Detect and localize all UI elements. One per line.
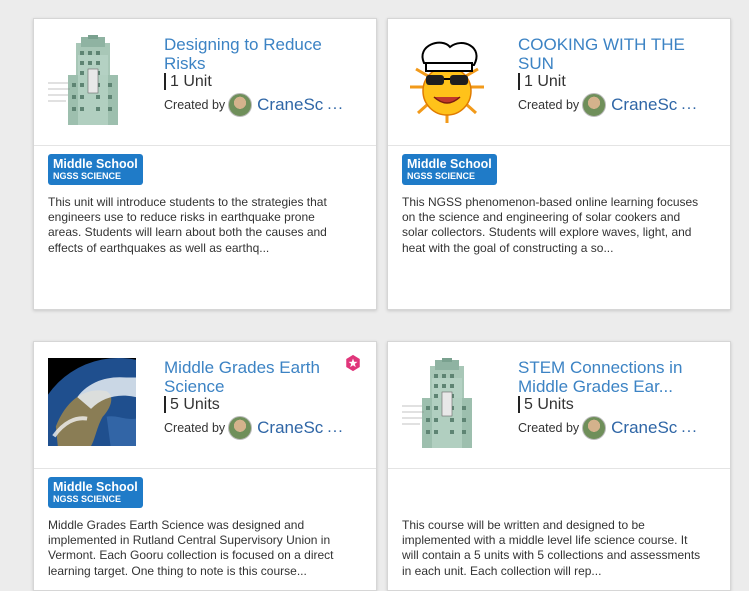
subject-badge: Middle School NGSS SCIENCE	[48, 477, 143, 508]
more-options[interactable]: ...	[327, 96, 343, 114]
created-by-label: Created by	[518, 421, 580, 435]
created-by-row: Created by CraneSc ...	[518, 416, 698, 440]
subject-badge: Middle School NGSS SCIENCE	[48, 154, 143, 185]
card-title[interactable]: Middle Grades Earth Science	[164, 358, 354, 396]
card-title[interactable]: STEM Connections in Middle Grades Ear...	[518, 358, 708, 396]
course-card[interactable]: Middle Grades Earth Science 5 Units Crea…	[33, 341, 377, 591]
divider	[388, 468, 730, 469]
earth-thumbnail[interactable]	[48, 358, 136, 446]
sun-chef-thumbnail[interactable]	[402, 35, 492, 125]
more-options[interactable]: ...	[681, 96, 697, 114]
badge-subject: NGSS SCIENCE	[53, 494, 122, 504]
badge-subject: NGSS SCIENCE	[53, 171, 122, 181]
card-header: Middle Grades Earth Science 5 Units Crea…	[34, 342, 376, 468]
unit-count: 5 Units	[518, 396, 574, 413]
course-card[interactable]: Designing to Reduce Risks 1 Unit Created…	[33, 18, 377, 310]
card-title[interactable]: Designing to Reduce Risks	[164, 35, 354, 73]
unit-count: 1 Unit	[164, 73, 212, 90]
card-description: This unit will introduce students to the…	[48, 195, 327, 255]
unit-count: 1 Unit	[518, 73, 566, 90]
created-by-row: Created by CraneSc ...	[164, 416, 344, 440]
card-title[interactable]: COOKING WITH THE SUN	[518, 35, 708, 73]
card-description: This NGSS phenomenon-based online learni…	[402, 195, 699, 255]
card-description: Middle Grades Earth Science was designed…	[48, 518, 334, 578]
creator-name[interactable]: CraneSc	[257, 418, 323, 438]
badge-level: Middle School	[53, 157, 138, 171]
avatar[interactable]	[228, 416, 253, 440]
course-card[interactable]: STEM Connections in Middle Grades Ear...…	[387, 341, 731, 591]
building-thumbnail[interactable]	[402, 358, 492, 448]
card-header: COOKING WITH THE SUN 1 Unit Created by C…	[388, 19, 730, 145]
created-by-label: Created by	[164, 98, 226, 112]
creator-name[interactable]: CraneSc	[611, 418, 677, 438]
creator-name[interactable]: CraneSc	[611, 95, 677, 115]
more-options[interactable]: ...	[681, 419, 697, 437]
created-by-label: Created by	[164, 421, 226, 435]
badge-subject: NGSS SCIENCE	[407, 171, 476, 181]
created-by-row: Created by CraneSc ...	[518, 93, 698, 117]
card-header: Designing to Reduce Risks 1 Unit Created…	[34, 19, 376, 145]
divider	[34, 468, 376, 469]
creator-name[interactable]: CraneSc	[257, 95, 323, 115]
course-card[interactable]: COOKING WITH THE SUN 1 Unit Created by C…	[387, 18, 731, 310]
avatar[interactable]	[582, 93, 607, 117]
divider	[34, 145, 376, 146]
featured-star-icon	[346, 354, 360, 372]
unit-count: 5 Units	[164, 396, 220, 413]
avatar[interactable]	[228, 93, 253, 117]
badge-level: Middle School	[407, 157, 492, 171]
card-header: STEM Connections in Middle Grades Ear...…	[388, 342, 730, 468]
building-thumbnail[interactable]	[48, 35, 138, 125]
created-by-label: Created by	[518, 98, 580, 112]
badge-level: Middle School	[53, 480, 138, 494]
created-by-row: Created by CraneSc ...	[164, 93, 344, 117]
subject-badge: Middle School NGSS SCIENCE	[402, 154, 497, 185]
avatar[interactable]	[582, 416, 607, 440]
more-options[interactable]: ...	[327, 419, 343, 437]
card-description: This course will be written and designed…	[402, 518, 701, 578]
divider	[388, 145, 730, 146]
